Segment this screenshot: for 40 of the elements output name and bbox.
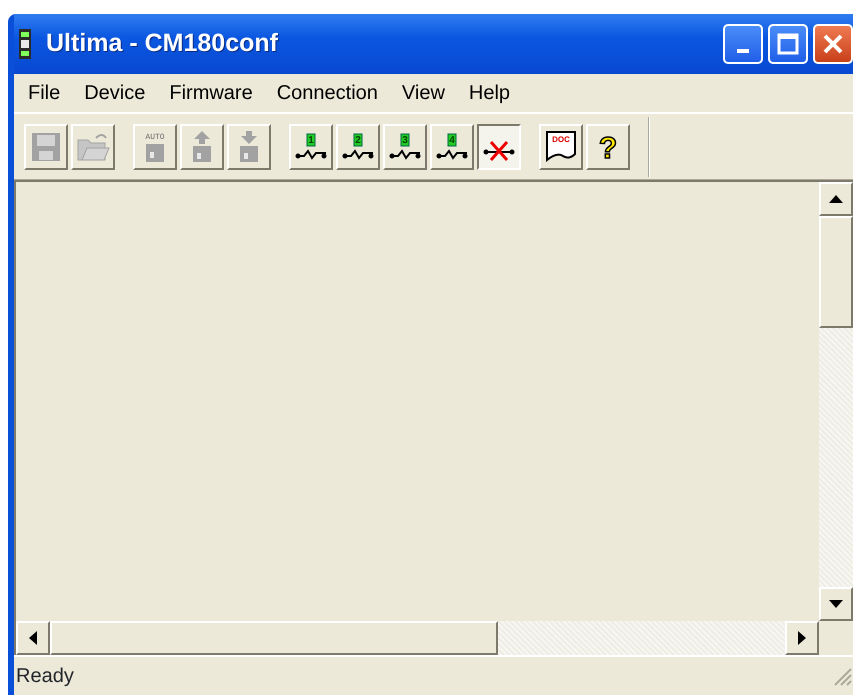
- icon-label: 4: [449, 134, 455, 146]
- scroll-left-button[interactable]: [16, 621, 50, 655]
- scrollbar-thumb[interactable]: [50, 621, 498, 655]
- scrollbar-thumb[interactable]: [819, 216, 853, 328]
- app-icon: [18, 29, 32, 59]
- icon-label: AUTO: [145, 132, 165, 142]
- menu-item[interactable]: Connection: [264, 78, 390, 108]
- maximize-icon: [777, 33, 799, 55]
- icon-label: 3: [402, 134, 408, 146]
- left-arrow-icon: [28, 631, 38, 645]
- document-button[interactable]: DOC: [539, 124, 583, 170]
- up-arrow-icon: [829, 194, 843, 204]
- scroll-up-button[interactable]: [819, 182, 853, 216]
- scroll-right-button[interactable]: [785, 621, 819, 655]
- menu-item[interactable]: View: [390, 78, 457, 108]
- right-arrow-icon: [797, 631, 807, 645]
- minimize-icon: [737, 49, 749, 53]
- status-text: Ready: [16, 664, 74, 689]
- vertical-scrollbar[interactable]: [819, 182, 853, 621]
- icon-label: 1: [308, 134, 314, 146]
- menu-item[interactable]: Firmware: [157, 78, 265, 108]
- connect-button[interactable]: 3: [383, 124, 427, 170]
- scroll-down-button[interactable]: [819, 587, 853, 621]
- maximize-button[interactable]: [768, 24, 808, 64]
- icon-label: ?: [598, 132, 618, 164]
- icon-label: DOC: [552, 134, 570, 144]
- connect-button[interactable]: 1: [289, 124, 333, 170]
- menu-item[interactable]: Help: [456, 78, 522, 108]
- close-icon: [821, 32, 845, 56]
- icon-label: 2: [355, 134, 361, 146]
- close-button[interactable]: [813, 24, 853, 64]
- connect-button[interactable]: 4: [430, 124, 474, 170]
- minimize-button[interactable]: [723, 24, 763, 64]
- disconnect-button[interactable]: [477, 124, 521, 170]
- menu-item[interactable]: Device: [72, 78, 158, 108]
- horizontal-scrollbar[interactable]: [16, 621, 819, 655]
- down-arrow-icon: [829, 599, 843, 609]
- menu-item[interactable]: File: [16, 78, 72, 108]
- window-title: Ultima - CM180conf: [46, 28, 278, 60]
- connect-button[interactable]: 2: [336, 124, 380, 170]
